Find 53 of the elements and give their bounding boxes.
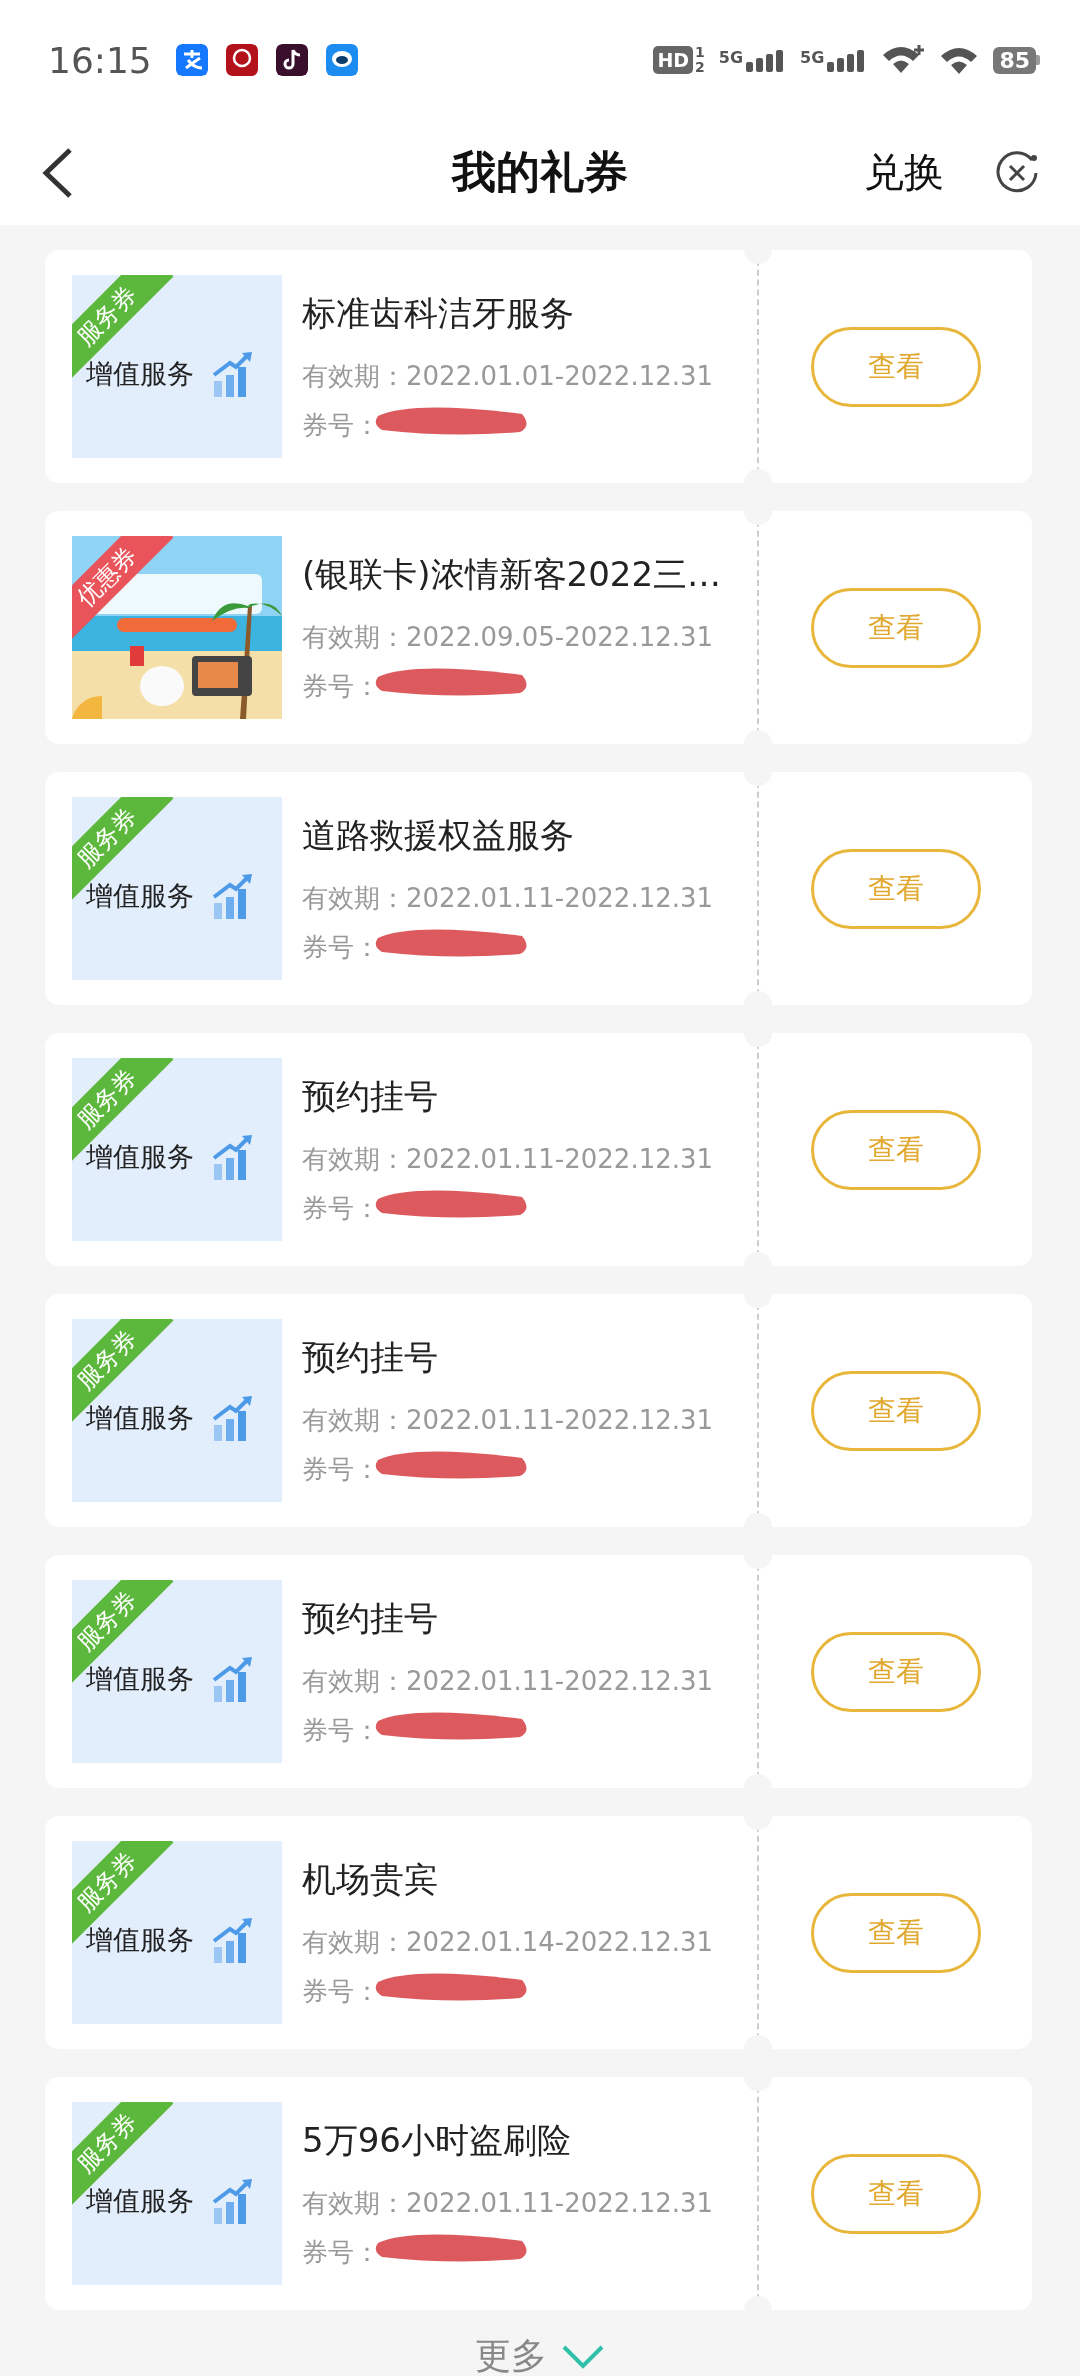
thumbnail-label: 增值服务 [86,1401,194,1435]
thumbnail-label: 增值服务 [86,879,194,913]
validity-text: 有效期：2022.01.11-2022.12.31 [302,2186,714,2220]
thumbnail-label: 增值服务 [86,1140,194,1174]
hd-indicator: HD [653,46,694,74]
coupon-number-label: 券号： [302,2235,380,2269]
app-icon [325,44,358,76]
network-type: 5G [800,48,825,67]
thumbnail-label: 增值服务 [86,1923,194,1957]
validity-text: 有效期：2022.01.11-2022.12.31 [302,881,714,915]
coupon-title: 机场贵宾 [302,1857,439,1901]
coupon-title: 预约挂号 [302,1596,439,1640]
coupon-title: 道路救援权益服务 [302,813,575,857]
coupon-number-label: 券号： [302,1191,380,1225]
app-icon [225,44,258,76]
chevron-down-icon [561,2343,605,2370]
thumbnail-label: 增值服务 [86,357,194,391]
coupon-title: 预约挂号 [302,1074,439,1118]
validity-text: 有效期：2022.01.14-2022.12.31 [302,1925,714,1959]
coupon-number-label: 券号： [302,669,380,703]
coupon-number-label: 券号： [302,930,380,964]
coupon-title: 标准齿科洁牙服务 [302,291,575,335]
coupon-number-label: 券号： [302,1452,380,1486]
sim-number: 2 [695,60,705,75]
page-title: 我的礼券 [452,145,628,199]
validity-text: 有效期：2022.01.01-2022.12.31 [302,359,714,393]
coupon-number-label: 券号： [302,408,380,442]
growth-chart-icon [212,873,254,919]
growth-chart-icon [212,351,254,397]
back-icon[interactable] [40,145,74,200]
coupon-title: 预约挂号 [302,1335,439,1379]
app-icon [175,44,208,76]
sim-number: 1 [695,45,705,60]
growth-chart-icon [212,1656,254,1702]
app-icon [275,44,308,76]
growth-chart-icon [212,2178,254,2224]
validity-text: 有效期：2022.01.11-2022.12.31 [302,1664,714,1698]
coupon-title: (银联卡)浓情新客2022三… [302,552,722,596]
redeem-button[interactable]: 兑换 [864,145,944,200]
coupon-number-label: 券号： [302,1713,380,1747]
validity-text: 有效期：2022.09.05-2022.12.31 [302,620,715,654]
network-type: 5G [718,48,744,67]
growth-chart-icon [212,1395,254,1441]
coupon-title: 5万96小时盗刷险 [302,2118,572,2162]
coupon-number-label: 券号： [302,1974,380,2008]
status-time: 16:15 [48,39,152,81]
growth-chart-icon [212,1134,254,1180]
battery-level: 85 [993,46,1036,74]
growth-chart-icon [212,1917,254,1963]
thumbnail-label: 增值服务 [86,1662,194,1696]
thumbnail-label: 增值服务 [86,2184,194,2218]
validity-text: 有效期：2022.01.11-2022.12.31 [302,1142,714,1176]
validity-text: 有效期：2022.01.11-2022.12.31 [302,1403,714,1437]
